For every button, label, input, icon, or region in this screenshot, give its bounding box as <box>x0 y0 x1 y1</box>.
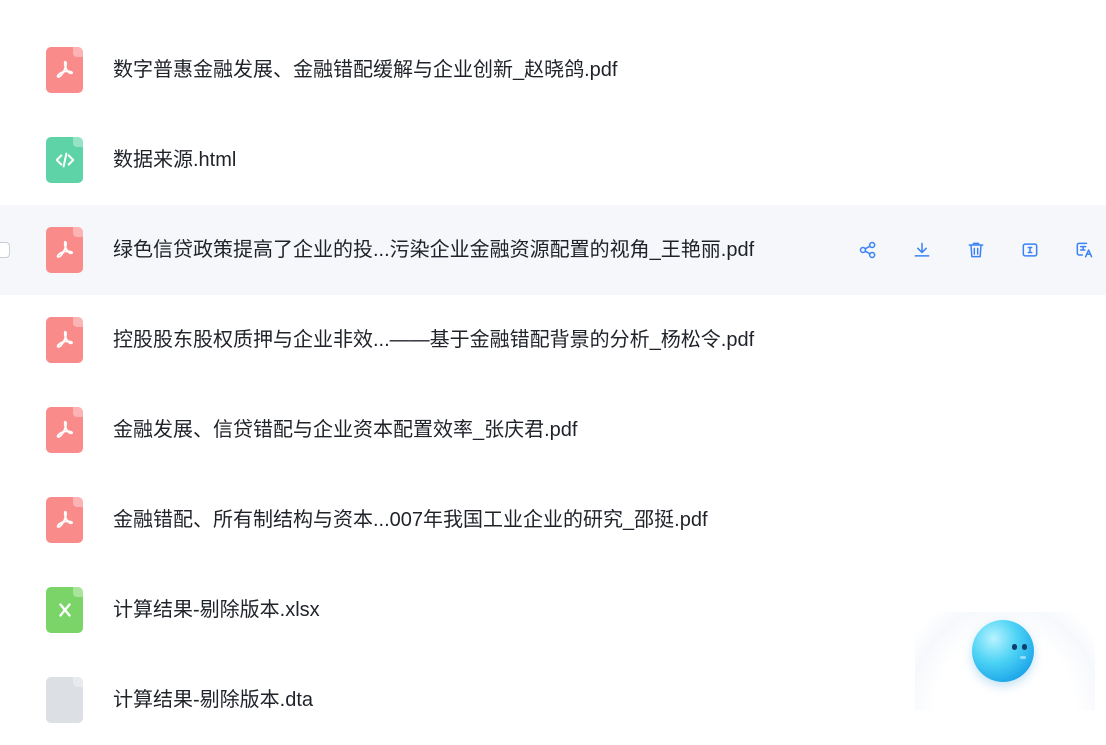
code-icon <box>46 137 83 183</box>
assistant-eye <box>1012 644 1017 650</box>
pdf-icon <box>46 317 83 363</box>
assistant-avatar[interactable] <box>972 620 1034 682</box>
file-name[interactable]: 控股股东股权质押与企业非效...——基于金融错配背景的分析_杨松令.pdf <box>113 329 754 351</box>
rename-icon[interactable] <box>1018 238 1042 262</box>
file-name[interactable]: 数字普惠金融发展、金融错配缓解与企业创新_赵晓鸽.pdf <box>113 59 617 81</box>
delete-icon[interactable] <box>964 238 988 262</box>
file-row[interactable]: 金融发展、信贷错配与企业资本配置效率_张庆君.pdf <box>0 385 1106 475</box>
file-row-hovered[interactable]: 绿色信贷政策提高了企业的投...污染企业金融资源配置的视角_王艳丽.pdf <box>0 205 1106 295</box>
pdf-icon <box>46 407 83 453</box>
file-row[interactable]: 数字普惠金融发展、金融错配缓解与企业创新_赵晓鸽.pdf <box>0 25 1106 115</box>
file-name[interactable]: 计算结果-剔除版本.dta <box>113 689 313 711</box>
row-checkbox[interactable] <box>0 242 10 258</box>
row-actions <box>856 238 1106 262</box>
assistant-eye <box>1022 644 1027 650</box>
assistant-mouth <box>1020 656 1026 659</box>
file-row[interactable]: 数据来源.html <box>0 115 1106 205</box>
excel-icon <box>46 587 83 633</box>
file-name[interactable]: 绿色信贷政策提高了企业的投...污染企业金融资源配置的视角_王艳丽.pdf <box>113 239 754 261</box>
file-row[interactable]: 控股股东股权质押与企业非效...——基于金融错配背景的分析_杨松令.pdf <box>0 295 1106 385</box>
pdf-icon <box>46 227 83 273</box>
pdf-icon <box>46 497 83 543</box>
download-icon[interactable] <box>910 238 934 262</box>
share-icon[interactable] <box>856 238 880 262</box>
file-name[interactable]: 计算结果-剔除版本.xlsx <box>113 599 320 621</box>
file-name[interactable]: 金融发展、信贷错配与企业资本配置效率_张庆君.pdf <box>113 419 577 441</box>
file-icon <box>46 677 83 723</box>
pdf-icon <box>46 47 83 93</box>
file-row[interactable]: 金融错配、所有制结构与资本...007年我国工业企业的研究_邵挺.pdf <box>0 475 1106 565</box>
file-name[interactable]: 数据来源.html <box>113 149 236 171</box>
translate-icon[interactable] <box>1072 238 1096 262</box>
file-name[interactable]: 金融错配、所有制结构与资本...007年我国工业企业的研究_邵挺.pdf <box>113 509 708 531</box>
